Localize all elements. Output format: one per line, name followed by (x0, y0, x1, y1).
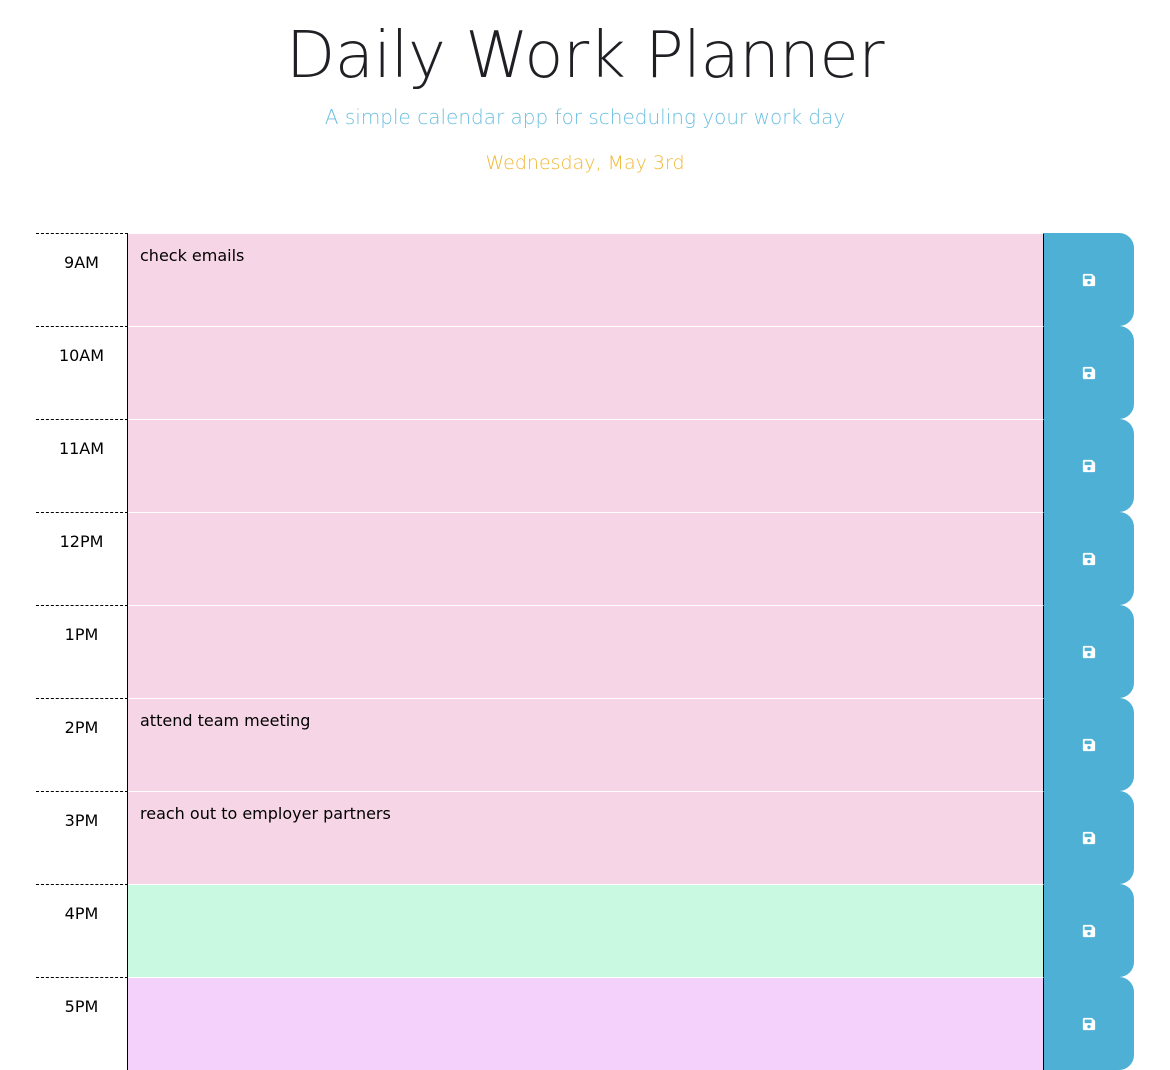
description-textarea[interactable] (128, 419, 1044, 512)
time-block-row: 5PM (36, 977, 1134, 1070)
save-icon (1082, 552, 1096, 565)
time-block-row: 4PM (36, 884, 1134, 977)
page-subtitle: A simple calendar app for scheduling you… (324, 105, 846, 129)
hour-label: 11AM (36, 419, 128, 512)
time-block-row: 9AM check emails (36, 233, 1134, 326)
time-block-row: 12PM (36, 512, 1134, 605)
hour-label: 3PM (36, 791, 128, 884)
planner-container: 9AM check emails 10AM 11AM 12PM 1PM 2PM … (36, 233, 1134, 1070)
time-block-row: 1PM (36, 605, 1134, 698)
save-button[interactable] (1044, 605, 1134, 698)
hour-label: 9AM (36, 233, 128, 326)
time-block-row: 3PM reach out to employer partners (36, 791, 1134, 884)
time-block-row: 2PM attend team meeting (36, 698, 1134, 791)
hour-label: 12PM (36, 512, 128, 605)
save-icon (1082, 645, 1096, 658)
save-button[interactable] (1044, 326, 1134, 419)
description-textarea[interactable]: attend team meeting (128, 698, 1044, 791)
hour-label: 1PM (36, 605, 128, 698)
description-textarea[interactable]: check emails (128, 233, 1044, 326)
save-button[interactable] (1044, 977, 1134, 1070)
save-icon (1082, 831, 1096, 844)
page-header: Daily Work Planner A simple calendar app… (0, 0, 1170, 215)
hour-label: 10AM (36, 326, 128, 419)
time-block-row: 11AM (36, 419, 1134, 512)
description-textarea[interactable] (128, 977, 1044, 1070)
save-button[interactable] (1044, 512, 1134, 605)
description-textarea[interactable] (128, 884, 1044, 977)
save-button[interactable] (1044, 233, 1134, 326)
hour-label: 4PM (36, 884, 128, 977)
save-icon (1082, 1017, 1096, 1030)
save-icon (1082, 273, 1096, 286)
save-icon (1082, 459, 1096, 472)
description-textarea[interactable] (128, 512, 1044, 605)
current-day: Wednesday, May 3rd (485, 152, 685, 174)
time-block-row: 10AM (36, 326, 1134, 419)
save-button[interactable] (1044, 791, 1134, 884)
save-button[interactable] (1044, 698, 1134, 791)
save-button[interactable] (1044, 884, 1134, 977)
hour-label: 2PM (36, 698, 128, 791)
save-button[interactable] (1044, 419, 1134, 512)
save-icon (1082, 924, 1096, 937)
hour-label: 5PM (36, 977, 128, 1070)
description-textarea[interactable] (128, 326, 1044, 419)
description-textarea[interactable] (128, 605, 1044, 698)
save-icon (1082, 738, 1096, 751)
save-icon (1082, 366, 1096, 379)
page-title: Daily Work Planner (285, 19, 885, 93)
description-textarea[interactable]: reach out to employer partners (128, 791, 1044, 884)
